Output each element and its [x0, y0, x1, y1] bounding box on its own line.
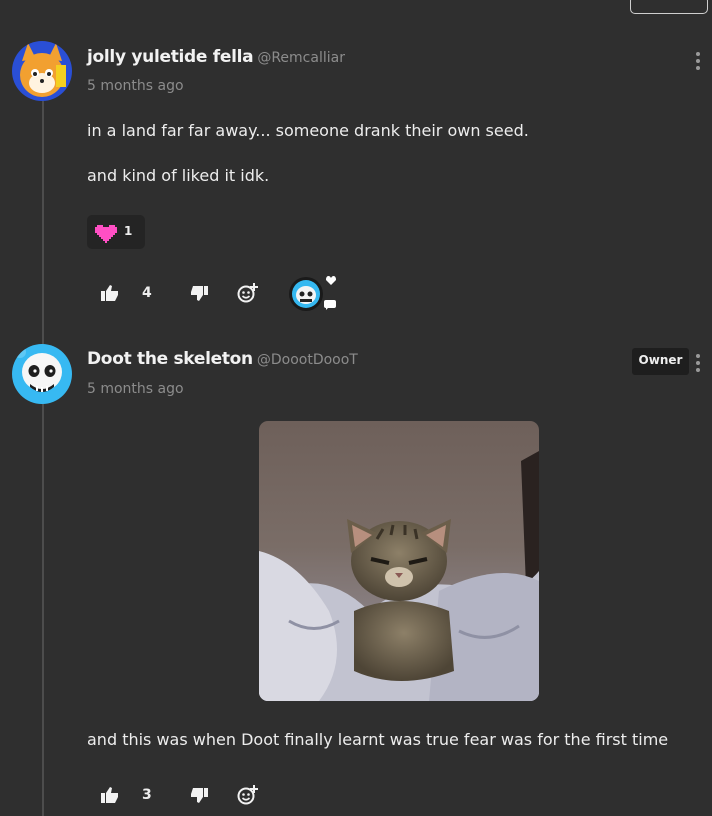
like-count: 4: [142, 285, 152, 301]
thumbs-down-icon[interactable]: [190, 788, 208, 804]
comment-author[interactable]: jolly yuletide fella @Remcalliar: [87, 47, 345, 67]
skeleton-avatar-icon: [12, 344, 72, 404]
author-handle[interactable]: @DoootDoooT: [257, 352, 358, 368]
pink-pixel-heart-icon: [95, 225, 117, 243]
comment-text-line: and this was when Doot finally learnt wa…: [87, 730, 669, 749]
kitten-image: [259, 421, 539, 701]
comment-author[interactable]: Doot the skeleton @DoootDoooT: [87, 349, 358, 369]
comment-text-line: and kind of liked it idk.: [87, 166, 270, 185]
fox-avatar-icon: [12, 41, 72, 101]
kitten-photo[interactable]: [259, 421, 539, 701]
avatar[interactable]: [12, 41, 72, 101]
owner-badge: Owner: [632, 348, 689, 375]
thumbs-up-icon[interactable]: [101, 787, 119, 803]
add-reaction-icon[interactable]: [237, 282, 259, 304]
reaction-chip[interactable]: 1: [87, 215, 145, 249]
reaction-count: 1: [124, 224, 133, 238]
comment-timestamp[interactable]: 5 months ago: [87, 78, 184, 94]
top-outline-button[interactable]: [630, 0, 708, 14]
thumbs-down-icon[interactable]: [190, 286, 208, 302]
author-handle[interactable]: @Remcalliar: [257, 50, 345, 66]
chat-bubble-icon: [324, 300, 336, 310]
creator-liked-indicator: [288, 274, 340, 314]
author-name[interactable]: jolly yuletide fella: [87, 47, 254, 67]
like-count: 3: [142, 787, 152, 803]
add-reaction-icon[interactable]: [237, 784, 259, 806]
thumbs-up-icon[interactable]: [101, 285, 119, 301]
heart-icon: [326, 276, 336, 285]
thread-line: [42, 100, 44, 816]
comment-text-line: in a land far far away... someone drank …: [87, 121, 529, 140]
more-vertical-icon[interactable]: [695, 354, 701, 375]
author-name[interactable]: Doot the skeleton: [87, 349, 253, 369]
skeleton-avatar-icon: [289, 277, 323, 311]
avatar[interactable]: [12, 344, 72, 404]
more-vertical-icon[interactable]: [695, 52, 701, 73]
comment-timestamp[interactable]: 5 months ago: [87, 381, 184, 397]
